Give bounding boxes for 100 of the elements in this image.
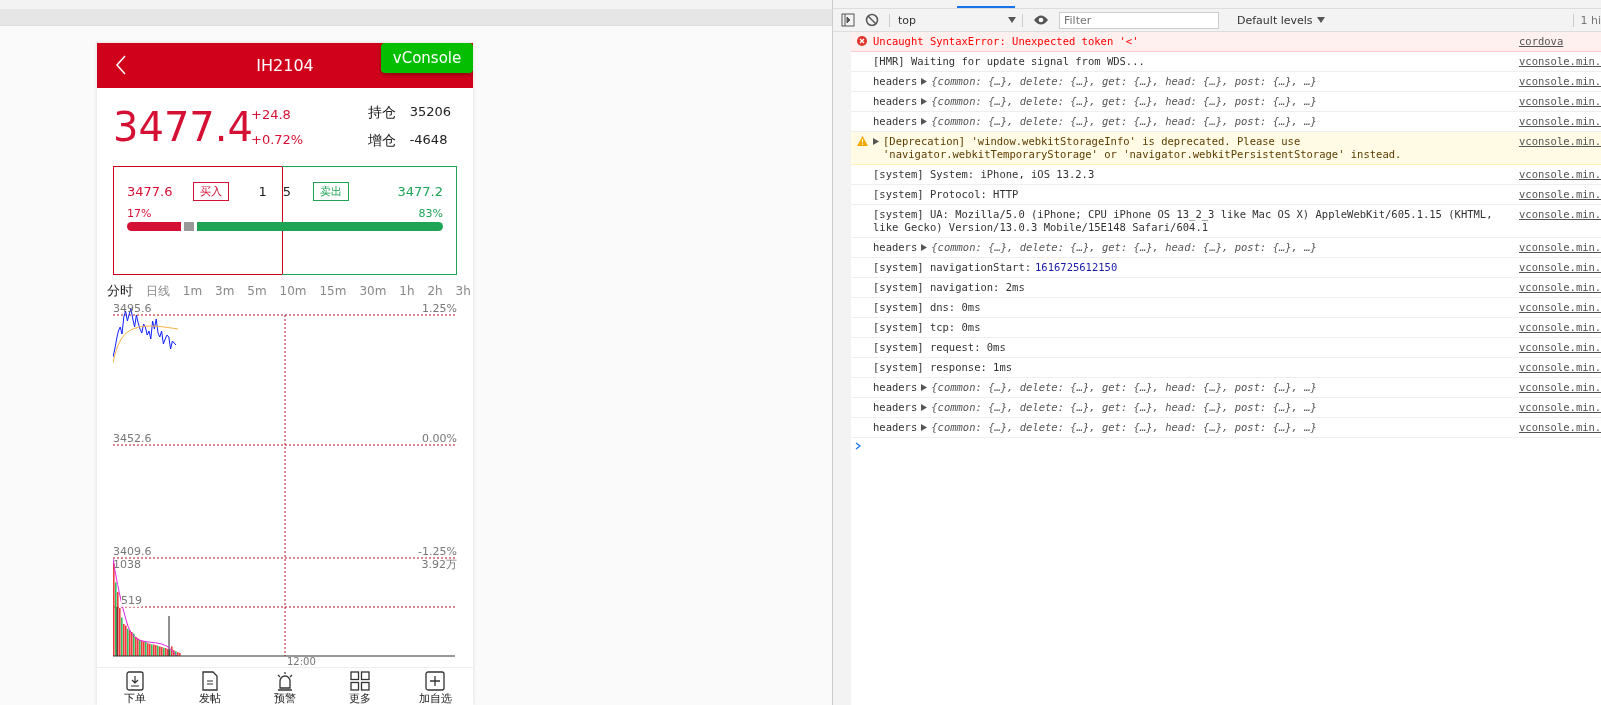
price-change: +24.8 xyxy=(251,107,292,122)
expand-triangle-icon[interactable] xyxy=(921,384,928,391)
expand-triangle-icon[interactable] xyxy=(921,98,928,105)
issue-counter: 1 hi xyxy=(1573,13,1601,27)
prompt-icon xyxy=(855,442,861,450)
period-tab[interactable]: 10m xyxy=(279,284,307,298)
source-link[interactable]: vconsole.min. xyxy=(1519,95,1601,108)
source-link[interactable]: vconsole.min. xyxy=(1519,208,1601,221)
ask-quantity: 5 xyxy=(282,183,292,199)
bid-quantity: 1 xyxy=(258,183,267,199)
volume-total: 3.92万 xyxy=(421,559,457,571)
levels-dropdown[interactable]: Default levels xyxy=(1237,13,1325,27)
period-tab[interactable]: 1m xyxy=(182,284,203,298)
source-link[interactable]: vconsole.min. xyxy=(1519,168,1601,181)
sidebar-toggle-icon[interactable] xyxy=(841,13,855,27)
period-tab[interactable]: 2h xyxy=(427,284,443,298)
eye-icon[interactable] xyxy=(1033,14,1049,26)
object-preview: {common: {…}, delete: {…}, get: {…}, head: {…}, post: {…}, …} xyxy=(931,421,1317,434)
source-link[interactable]: vconsole.min. xyxy=(1519,188,1601,201)
time-axis-label: 12:00 xyxy=(287,657,316,667)
ask-percent: 83% xyxy=(418,207,443,220)
stat-label: 持仓 xyxy=(367,104,396,122)
period-tab[interactable]: 5m xyxy=(247,284,267,298)
page-title: IH2104 xyxy=(256,56,314,75)
expand-triangle-icon[interactable] xyxy=(921,404,928,411)
source-link[interactable]: vconsole.min. xyxy=(1519,241,1601,254)
object-preview: {common: {…}, delete: {…}, get: {…}, head: {…}, post: {…}, …} xyxy=(931,75,1317,88)
nav-label: 预警 xyxy=(273,692,296,705)
period-tab[interactable]: 3m xyxy=(215,284,235,298)
message-text: [HMR] Waiting for update signal from WDS... xyxy=(873,55,1145,68)
log-label: headers xyxy=(873,95,918,108)
nav-item[interactable]: 发帖 xyxy=(179,668,240,705)
price-axis-label: 3495.6 xyxy=(113,303,152,315)
average-line xyxy=(113,325,179,364)
object-preview: {common: {…}, delete: {…}, get: {…}, head: {…}, post: {…}, …} xyxy=(931,95,1317,108)
message-text: [system] response: 1ms xyxy=(873,361,1013,374)
expand-triangle-icon[interactable] xyxy=(873,138,879,145)
expand-triangle-icon[interactable] xyxy=(921,244,928,251)
period-tab[interactable]: 日线 xyxy=(145,282,170,300)
source-link[interactable]: vconsole.min. xyxy=(1519,301,1601,314)
period-tab[interactable]: 15m xyxy=(319,284,347,298)
message-text: [system] navigationStart: xyxy=(873,261,1032,274)
source-link[interactable]: cordova xyxy=(1519,35,1601,48)
source-link[interactable]: vconsole.min. xyxy=(1519,261,1601,274)
context-select[interactable]: top xyxy=(889,13,1023,27)
message-text: Uncaught SyntaxError: Unexpected token '<' xyxy=(873,35,1139,48)
log-label: headers xyxy=(873,241,918,254)
message-text: [Deprecation] 'window.webkitStorageInfo' is deprecated. Please use 'navigator.webkitTemporaryStorage' or 'navigator.webkitPersistentStorage' instead. xyxy=(883,135,1403,161)
nav-label: 下单 xyxy=(123,692,146,705)
number-value: 1616725612150 xyxy=(1035,261,1118,274)
nav-item[interactable]: 预警 xyxy=(254,668,315,705)
message-text: [system] request: 0ms xyxy=(873,341,1006,354)
log-label: headers xyxy=(873,115,918,128)
source-link[interactable]: vconsole.min. xyxy=(1519,401,1601,414)
nav-label: 更多 xyxy=(349,692,372,705)
source-link[interactable]: vconsole.min. xyxy=(1519,115,1601,128)
period-tab[interactable]: 30m xyxy=(359,284,387,298)
message-text: [system] UA: Mozilla/5.0 (iPhone; CPU iPhone OS 13_2_3 like Mac OS X) AppleWebKit/605.1.15 (KHTML, like Gecko) Version/13.0.3 Mobile/15E148 Safari/604.1 xyxy=(873,208,1494,234)
object-preview: {common: {…}, delete: {…}, get: {…}, head: {…}, post: {…}, …} xyxy=(931,381,1317,394)
source-link[interactable]: vconsole.min. xyxy=(1519,341,1601,354)
percent-axis-label: 1.25% xyxy=(422,303,457,315)
source-link[interactable]: vconsole.min. xyxy=(1519,421,1601,434)
filter-field[interactable]: Filter xyxy=(1059,11,1219,29)
back-icon[interactable] xyxy=(115,55,127,75)
nav-item[interactable]: 加自选 xyxy=(405,668,466,705)
source-link[interactable]: vconsole.min. xyxy=(1519,361,1601,374)
document-icon xyxy=(200,671,219,691)
stat-label: 增仓 xyxy=(367,132,396,150)
source-link[interactable]: vconsole.min. xyxy=(1519,381,1601,394)
source-link[interactable]: vconsole.min. xyxy=(1519,281,1601,294)
message-text: [system] System: iPhone, iOS 13.2.3 xyxy=(873,168,1095,181)
ask-price: 3477.2 xyxy=(397,183,443,199)
expand-triangle-icon[interactable] xyxy=(921,118,928,125)
log-label: headers xyxy=(873,75,918,88)
object-preview: {common: {…}, delete: {…}, get: {…}, head: {…}, post: {…}, …} xyxy=(931,115,1317,128)
source-link[interactable]: vconsole.min. xyxy=(1519,321,1601,334)
source-link[interactable]: vconsole.min. xyxy=(1519,75,1601,88)
volume-axis-label: 519 xyxy=(121,595,142,607)
stat-value: -4648 xyxy=(409,132,448,149)
message-text: [system] tcp: 0ms xyxy=(873,321,981,334)
period-tab[interactable]: 1h xyxy=(399,284,415,298)
message-text: [system] navigation: 2ms xyxy=(873,281,1025,294)
active-tab-underline xyxy=(957,6,1015,8)
source-link[interactable]: vconsole.min. xyxy=(1519,135,1601,148)
expand-triangle-icon[interactable] xyxy=(921,424,928,431)
nav-item[interactable]: 更多 xyxy=(330,668,391,705)
message-text: [system] dns: 0ms xyxy=(873,301,981,314)
nav-item[interactable]: 下单 xyxy=(104,668,165,705)
period-tab[interactable]: 3h xyxy=(455,284,471,298)
clear-console-icon[interactable] xyxy=(865,13,879,27)
source-link[interactable]: vconsole.min. xyxy=(1519,55,1601,68)
last-price: 3477.4 xyxy=(113,104,251,150)
log-label: headers xyxy=(873,401,918,414)
period-tab[interactable]: 分时 xyxy=(107,282,133,300)
neutral-ratio-bar xyxy=(183,222,194,231)
dropdown-caret-icon xyxy=(1008,17,1016,23)
expand-triangle-icon[interactable] xyxy=(921,78,928,85)
log-label: headers xyxy=(873,381,918,394)
buy-button[interactable]: 买入 xyxy=(192,181,229,201)
nav-label: 加自选 xyxy=(418,692,452,705)
